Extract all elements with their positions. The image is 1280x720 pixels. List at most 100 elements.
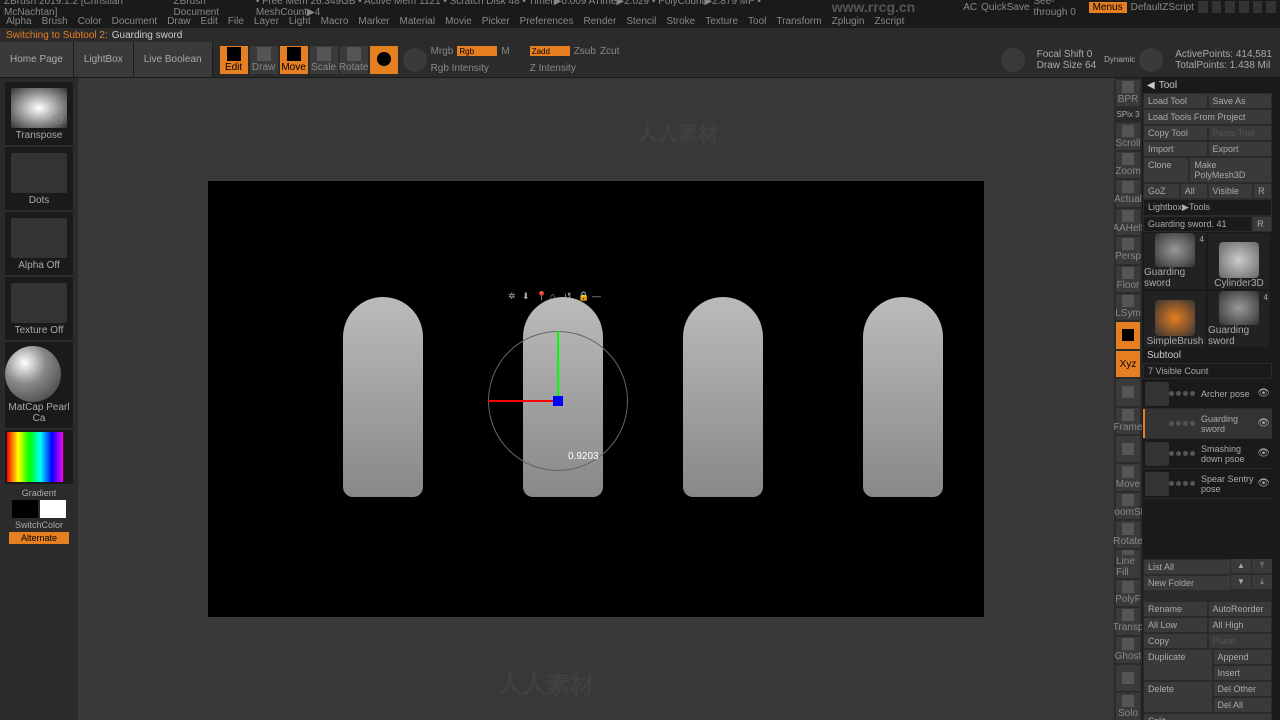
subtool-guarding-sword[interactable]: Guarding sword👁 (1143, 409, 1272, 439)
menu-file[interactable]: File (228, 16, 244, 27)
close-icon[interactable] (1266, 1, 1276, 13)
tab-lightbox[interactable]: LightBox (74, 42, 134, 77)
lock-button[interactable] (1116, 322, 1140, 348)
paste-tool-button[interactable]: Paste Tool (1209, 126, 1272, 140)
z-intensity-label[interactable]: Z Intensity (530, 63, 576, 74)
save-as-button[interactable]: Save As (1209, 94, 1272, 108)
copy-button[interactable]: Copy (1144, 634, 1207, 648)
menu-preferences[interactable]: Preferences (520, 16, 574, 27)
gradient-toggle[interactable]: Gradient (22, 488, 57, 498)
insert-button[interactable]: Insert (1214, 666, 1272, 680)
scroll-button[interactable]: Scroll (1116, 123, 1140, 149)
alpha-selector[interactable]: Alpha Off (5, 212, 73, 275)
subtool-smashing[interactable]: Smashing down psoe👁 (1143, 439, 1272, 469)
zsub-button[interactable]: Zsub (574, 46, 596, 57)
material-selector[interactable]: MatCap Pearl Ca (5, 342, 73, 428)
default-zscript[interactable]: DefaultZScript (1131, 2, 1194, 13)
menu-picker[interactable]: Picker (482, 16, 510, 27)
color-swatches[interactable] (12, 500, 66, 518)
del-all-button[interactable]: Del All (1214, 698, 1272, 712)
floor-button[interactable]: Floor (1116, 266, 1140, 292)
linefill-button[interactable]: Line Fill (1116, 550, 1140, 578)
del-other-button[interactable]: Del Other (1214, 682, 1272, 696)
split-button[interactable]: Split (1144, 714, 1271, 720)
switch-color[interactable]: SwitchColor (15, 520, 63, 530)
load-project-button[interactable]: Load Tools From Project (1144, 110, 1271, 124)
zoom-button[interactable]: Zoom (1116, 152, 1140, 178)
menus-button[interactable]: Menus (1089, 2, 1127, 13)
tab-home[interactable]: Home Page (0, 42, 74, 77)
menu-color[interactable]: Color (78, 16, 102, 27)
polyf-button[interactable]: PolyF (1116, 580, 1140, 606)
eye-icon[interactable]: 👁 (1257, 448, 1270, 459)
goz-visible-button[interactable]: Visible (1209, 184, 1253, 198)
blank-button[interactable] (1116, 379, 1140, 405)
mode-move[interactable]: Move (280, 46, 308, 74)
menu-render[interactable]: Render (584, 16, 617, 27)
alternate-button[interactable]: Alternate (9, 532, 69, 544)
tool-item-guarding-sword[interactable]: 4Guarding sword (1144, 233, 1206, 289)
rename-button[interactable]: Rename (1144, 602, 1207, 616)
menu-tool[interactable]: Tool (748, 16, 766, 27)
subtool-spear[interactable]: Spear Sentry pose👁 (1143, 469, 1272, 499)
menu-draw[interactable]: Draw (167, 16, 190, 27)
eye-icon[interactable]: 👁 (1257, 418, 1270, 429)
focal-icon[interactable] (1001, 48, 1025, 72)
menu-transform[interactable]: Transform (776, 16, 821, 27)
menu-stencil[interactable]: Stencil (626, 16, 656, 27)
actual-button[interactable]: Actual (1116, 180, 1140, 206)
move-top-button[interactable]: ⤒ (1252, 559, 1272, 573)
mode-rotate[interactable]: Rotate (340, 46, 368, 74)
rgb-button[interactable]: Rgb (457, 46, 497, 56)
minimize-icon[interactable] (1239, 1, 1249, 13)
goz-all-button[interactable]: All (1181, 184, 1207, 198)
delete-button[interactable]: Delete (1144, 682, 1212, 712)
menu-stroke[interactable]: Stroke (666, 16, 695, 27)
menu-document[interactable]: Document (112, 16, 158, 27)
menu-alpha[interactable]: Alpha (6, 16, 32, 27)
mode-scale[interactable]: Scale (310, 46, 338, 74)
all-low-button[interactable]: All Low (1144, 618, 1207, 632)
zadd-button[interactable]: Zadd (530, 46, 570, 56)
draw-size-slider[interactable]: Draw Size 64 (1037, 60, 1096, 71)
brush-preview[interactable] (403, 48, 427, 72)
make-polymesh-button[interactable]: Make PolyMesh3D (1190, 158, 1271, 182)
menu-movie[interactable]: Movie (445, 16, 472, 27)
menu-brush[interactable]: Brush (42, 16, 68, 27)
append-button[interactable]: Append (1214, 650, 1272, 664)
see-through-slider[interactable]: See-through 0 (1034, 0, 1085, 18)
eye-icon[interactable]: 👁 (1257, 478, 1270, 489)
m-button[interactable]: M (501, 46, 509, 57)
tab-live-boolean[interactable]: Live Boolean (134, 42, 213, 77)
window-icon-3[interactable] (1225, 1, 1235, 13)
mode-draw[interactable]: Draw (250, 46, 278, 74)
transp-button[interactable]: Transp (1116, 608, 1140, 634)
texture-selector[interactable]: Texture Off (5, 277, 73, 340)
move-bottom-button[interactable]: ⤓ (1252, 575, 1272, 589)
visible-count-field[interactable]: 7 Visible Count (1144, 364, 1271, 378)
window-icon-1[interactable] (1198, 1, 1208, 13)
tool-item-cylinder[interactable]: Cylinder3D (1208, 233, 1270, 289)
solo-button[interactable]: Solo (1116, 693, 1140, 719)
lsym-button[interactable]: LSym (1116, 294, 1140, 320)
window-icon-2[interactable] (1212, 1, 1222, 13)
menu-texture[interactable]: Texture (705, 16, 738, 27)
bpr-button[interactable]: BPR (1116, 80, 1140, 106)
spix-slider[interactable]: SPix 3 (1116, 110, 1139, 119)
color-picker[interactable] (5, 430, 73, 484)
eye-icon[interactable]: 👁 (1257, 388, 1270, 399)
all-high-button[interactable]: All High (1209, 618, 1272, 632)
ghost-button[interactable]: Ghost (1116, 637, 1140, 663)
tool-r-button[interactable]: R (1253, 217, 1271, 231)
mrgb-button[interactable]: Mrgb (431, 46, 454, 57)
move-up-button[interactable]: ▲ (1231, 559, 1251, 573)
frame-button[interactable]: Frame (1116, 408, 1140, 434)
tool-header[interactable]: ◀ Tool (1143, 78, 1272, 93)
autoreorder-button[interactable]: AutoReorder (1209, 602, 1272, 616)
viewport[interactable]: 人人素材 ✲⬇📍⌂↺🔒— 0.9203 人人素材 (78, 78, 1114, 720)
menu-layer[interactable]: Layer (254, 16, 279, 27)
goz-r-button[interactable]: R (1254, 184, 1271, 198)
current-tool-field[interactable]: Guarding sword. 41 (1144, 217, 1251, 231)
goz-button[interactable]: GoZ (1144, 184, 1179, 198)
paste-button[interactable]: Paste (1209, 634, 1272, 648)
